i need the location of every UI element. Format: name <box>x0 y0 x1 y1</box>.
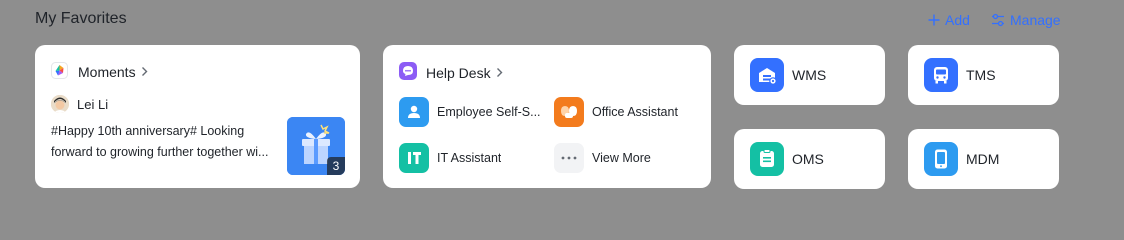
chevron-right-icon <box>141 64 148 80</box>
app-label: OMS <box>792 151 824 167</box>
tablet-icon <box>924 142 958 176</box>
view-more-label: View More <box>592 151 651 165</box>
app-card-tms[interactable]: TMS <box>908 45 1059 105</box>
manage-button[interactable]: Manage <box>991 11 1061 29</box>
app-label: TMS <box>966 67 996 83</box>
help-desk-item-it-assistant[interactable]: IT Assistant <box>399 143 549 173</box>
image-count-badge: 3 <box>327 157 345 175</box>
moments-title-link[interactable]: Moments <box>51 62 148 82</box>
help-desk-title-link[interactable]: Help Desk <box>399 62 503 83</box>
app-card-oms[interactable]: OMS <box>734 129 885 189</box>
app-card-wms[interactable]: WMS <box>734 45 885 105</box>
app-label: MDM <box>966 151 1000 167</box>
section-title: My Favorites <box>35 10 127 27</box>
post-line-2: forward to growing further together wi..… <box>51 145 269 159</box>
add-button[interactable]: Add <box>928 11 970 29</box>
moments-post-text[interactable]: #Happy 10th anniversary# Looking forward… <box>51 121 277 163</box>
document-icon <box>750 142 784 176</box>
chevron-right-icon <box>496 65 503 81</box>
plus-icon <box>928 14 940 26</box>
bus-icon <box>924 58 958 92</box>
author-name: Lei Li <box>77 96 109 112</box>
help-desk-icon <box>399 62 417 83</box>
moments-card[interactable]: Moments Lei Li #Happy 10th anniversary# … <box>35 45 360 188</box>
manage-label: Manage <box>1010 12 1061 28</box>
app-label: WMS <box>792 67 827 83</box>
avatar[interactable] <box>51 95 69 113</box>
sliders-icon <box>991 13 1005 27</box>
help-desk-title: Help Desk <box>426 64 491 81</box>
add-label: Add <box>945 12 970 28</box>
help-desk-card: Help Desk Employee Self-S... Office Assi… <box>383 45 711 188</box>
post-image-thumbnail[interactable]: 3 <box>287 117 345 175</box>
office-assistant-icon <box>554 97 584 127</box>
app-card-mdm[interactable]: MDM <box>908 129 1059 189</box>
help-desk-item-employee-self-service[interactable]: Employee Self-S... <box>399 97 549 127</box>
help-desk-item-label: Office Assistant <box>592 105 678 119</box>
moments-icon <box>51 62 68 82</box>
post-line-1: #Happy 10th anniversary# Looking <box>51 124 245 138</box>
more-icon <box>554 143 584 173</box>
moments-author[interactable]: Lei Li <box>51 95 108 113</box>
help-desk-item-label: Employee Self-S... <box>437 105 541 119</box>
help-desk-item-label: IT Assistant <box>437 151 502 165</box>
view-more-button[interactable]: View More <box>554 143 704 173</box>
it-icon <box>399 143 429 173</box>
warehouse-icon <box>750 58 784 92</box>
help-desk-item-office-assistant[interactable]: Office Assistant <box>554 97 704 127</box>
moments-title: Moments <box>78 64 136 80</box>
person-icon <box>399 97 429 127</box>
